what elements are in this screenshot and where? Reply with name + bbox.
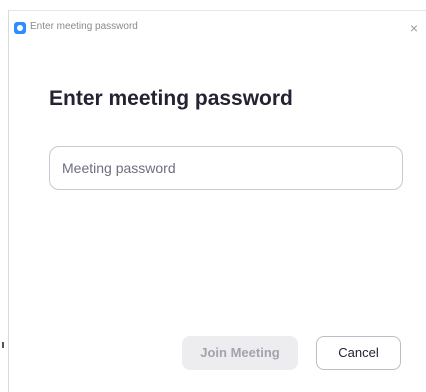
title-bar: Enter meeting password × <box>9 11 426 45</box>
cancel-button[interactable]: Cancel <box>316 336 401 370</box>
zoom-app-icon <box>14 22 26 34</box>
password-dialog: Enter meeting password × Enter meeting p… <box>8 10 426 392</box>
close-icon[interactable]: × <box>406 20 422 36</box>
window-title: Enter meeting password <box>30 21 138 32</box>
join-meeting-button[interactable]: Join Meeting <box>182 336 298 370</box>
meeting-password-input[interactable] <box>49 146 403 190</box>
page-title: Enter meeting password <box>49 87 293 110</box>
background-edge-mark <box>2 342 4 348</box>
